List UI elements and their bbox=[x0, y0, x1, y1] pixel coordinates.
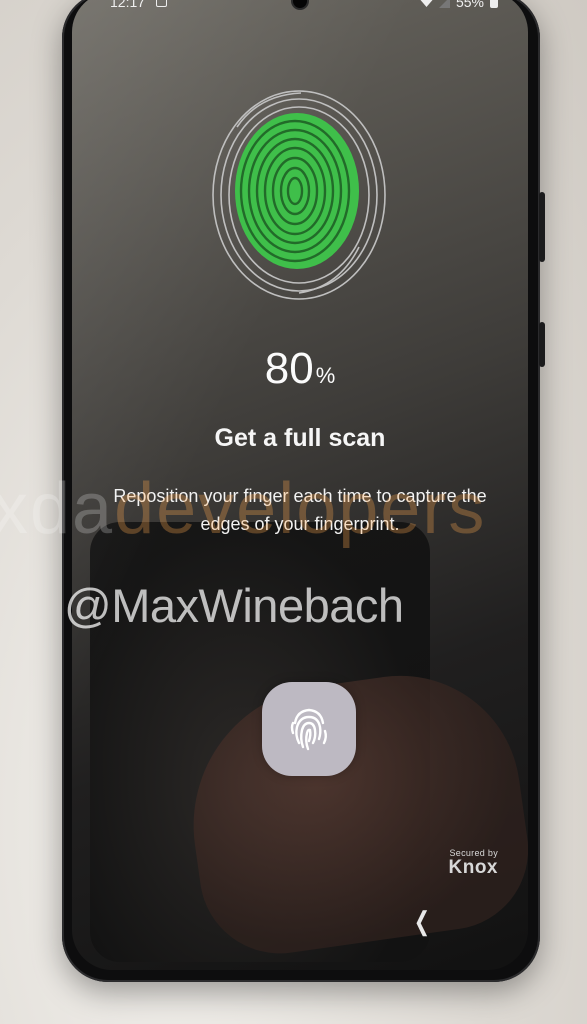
status-time: 12:17 bbox=[110, 0, 146, 10]
status-bar: 12:17 55% bbox=[72, 0, 528, 18]
phone-screen: 12:17 55% 80% Get a full scan Reposition… bbox=[72, 0, 528, 970]
progress-unit: % bbox=[315, 363, 336, 388]
battery-icon bbox=[490, 0, 498, 8]
wifi-icon bbox=[420, 0, 433, 7]
power-button bbox=[539, 322, 545, 367]
enrollment-instruction: Reposition your finger each time to capt… bbox=[113, 486, 487, 534]
progress-value: 80 bbox=[264, 344, 314, 393]
notification-icon bbox=[156, 0, 167, 7]
signal-icon bbox=[438, 0, 450, 8]
chevron-left-icon: ❮ bbox=[413, 906, 431, 936]
enrollment-title: Get a full scan bbox=[214, 424, 386, 452]
fingerprint-icon bbox=[290, 708, 327, 751]
knox-badge: Secured by Knox bbox=[449, 848, 499, 879]
knox-logo: Knox bbox=[448, 857, 498, 878]
status-indicators: 55% bbox=[420, 0, 498, 10]
back-button[interactable]: ❮ bbox=[414, 906, 430, 937]
progress-percentage: 80% bbox=[72, 344, 528, 394]
fingerprint-sensor-button[interactable] bbox=[262, 682, 356, 776]
volume-button bbox=[539, 192, 545, 262]
front-camera bbox=[293, 0, 307, 8]
phone-device: 12:17 55% 80% Get a full scan Reposition… bbox=[62, 0, 545, 982]
battery-percentage: 55% bbox=[455, 0, 484, 10]
fingerprint-progress-icon bbox=[212, 90, 386, 300]
